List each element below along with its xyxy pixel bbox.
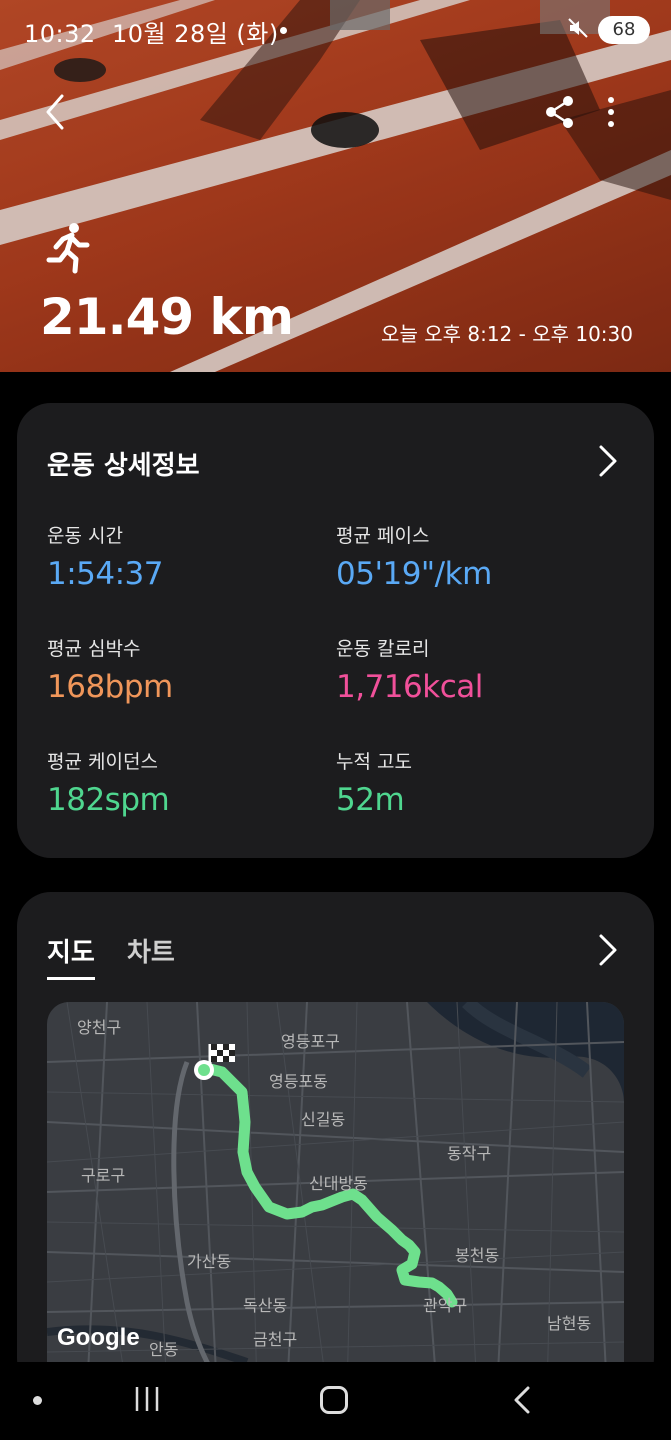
workout-time-range: 오늘 오후 8:12 - 오후 10:30 bbox=[381, 322, 633, 346]
stat-duration: 운동 시간 1:54:37 bbox=[47, 525, 164, 592]
back-button[interactable] bbox=[36, 88, 80, 136]
back-arrow-icon bbox=[514, 1386, 530, 1414]
map-label: 신길동 bbox=[301, 1110, 346, 1129]
share-icon bbox=[546, 96, 573, 128]
google-logo: Google bbox=[57, 1324, 140, 1351]
map-label: 봉천동 bbox=[455, 1246, 500, 1265]
chevron-left-icon bbox=[46, 94, 64, 130]
map-chevron-right-icon[interactable] bbox=[595, 932, 619, 968]
map-label: 금천구 bbox=[253, 1330, 298, 1349]
stat-elevation-gain: 누적 고도 52m bbox=[336, 751, 412, 818]
battery-indicator: 68 bbox=[598, 16, 650, 44]
card-title: 운동 상세정보 bbox=[47, 451, 200, 481]
more-options-button[interactable] bbox=[596, 92, 626, 132]
map-label: 관악구 bbox=[423, 1296, 468, 1315]
route-map[interactable]: 양천구 영등포구 영등포동 신길동 구로구 동작구 신대방동 가산동 봉천동 관… bbox=[47, 1002, 624, 1392]
workout-details-card[interactable]: 운동 상세정보 운동 시간 1:54:37 평균 페이스 05'19"/km 평… bbox=[17, 403, 654, 858]
more-vertical-icon bbox=[608, 97, 614, 127]
map-label: 구로구 bbox=[81, 1166, 126, 1185]
tab-map[interactable]: 지도 bbox=[47, 932, 95, 980]
map-label: 독산동 bbox=[243, 1296, 288, 1315]
stat-avg-cadence: 평균 케이던스 182spm bbox=[47, 751, 170, 818]
hero-banner: 10:32 10월 28일 (화) 68 21.49 km 오늘 오후 8:12… bbox=[0, 0, 671, 372]
running-icon bbox=[46, 222, 90, 274]
notification-dot-icon bbox=[280, 27, 287, 34]
status-time-date: 10:32 10월 28일 (화) bbox=[24, 20, 279, 48]
map-label: 동작구 bbox=[447, 1144, 492, 1163]
home-button[interactable] bbox=[320, 1386, 348, 1414]
map-label: 영등포구 bbox=[281, 1032, 340, 1051]
map-card: 지도 차트 양천구 영등포구 영등포동 신길동 구로구 동작구 신대방동 가산동… bbox=[17, 892, 654, 1392]
system-navigation-bar bbox=[0, 1362, 671, 1440]
system-back-button[interactable] bbox=[510, 1384, 534, 1416]
details-chevron-right-icon[interactable] bbox=[595, 443, 619, 479]
status-bar: 10:32 10월 28일 (화) 68 bbox=[0, 0, 671, 60]
recent-apps-icon bbox=[135, 1387, 159, 1411]
stat-avg-heart-rate: 평균 심박수 168bpm bbox=[47, 638, 173, 705]
stat-avg-pace: 평균 페이스 05'19"/km bbox=[336, 525, 492, 592]
map-label: 신대방동 bbox=[309, 1174, 368, 1193]
map-label: 가산동 bbox=[187, 1252, 232, 1271]
map-label: 안동 bbox=[149, 1340, 179, 1359]
recent-apps-button[interactable] bbox=[133, 1384, 161, 1414]
map-label: 남현동 bbox=[547, 1314, 592, 1333]
finish-flag-icon bbox=[208, 1044, 235, 1066]
mute-icon bbox=[566, 16, 590, 45]
nav-dot-icon[interactable] bbox=[33, 1396, 42, 1405]
tab-chart[interactable]: 차트 bbox=[127, 932, 175, 969]
map-label: 영등포동 bbox=[269, 1072, 328, 1091]
distance-value: 21.49 km bbox=[40, 288, 294, 346]
map-label: 양천구 bbox=[77, 1018, 122, 1037]
stat-calories: 운동 칼로리 1,716kcal bbox=[336, 638, 483, 705]
share-button[interactable] bbox=[540, 92, 580, 132]
